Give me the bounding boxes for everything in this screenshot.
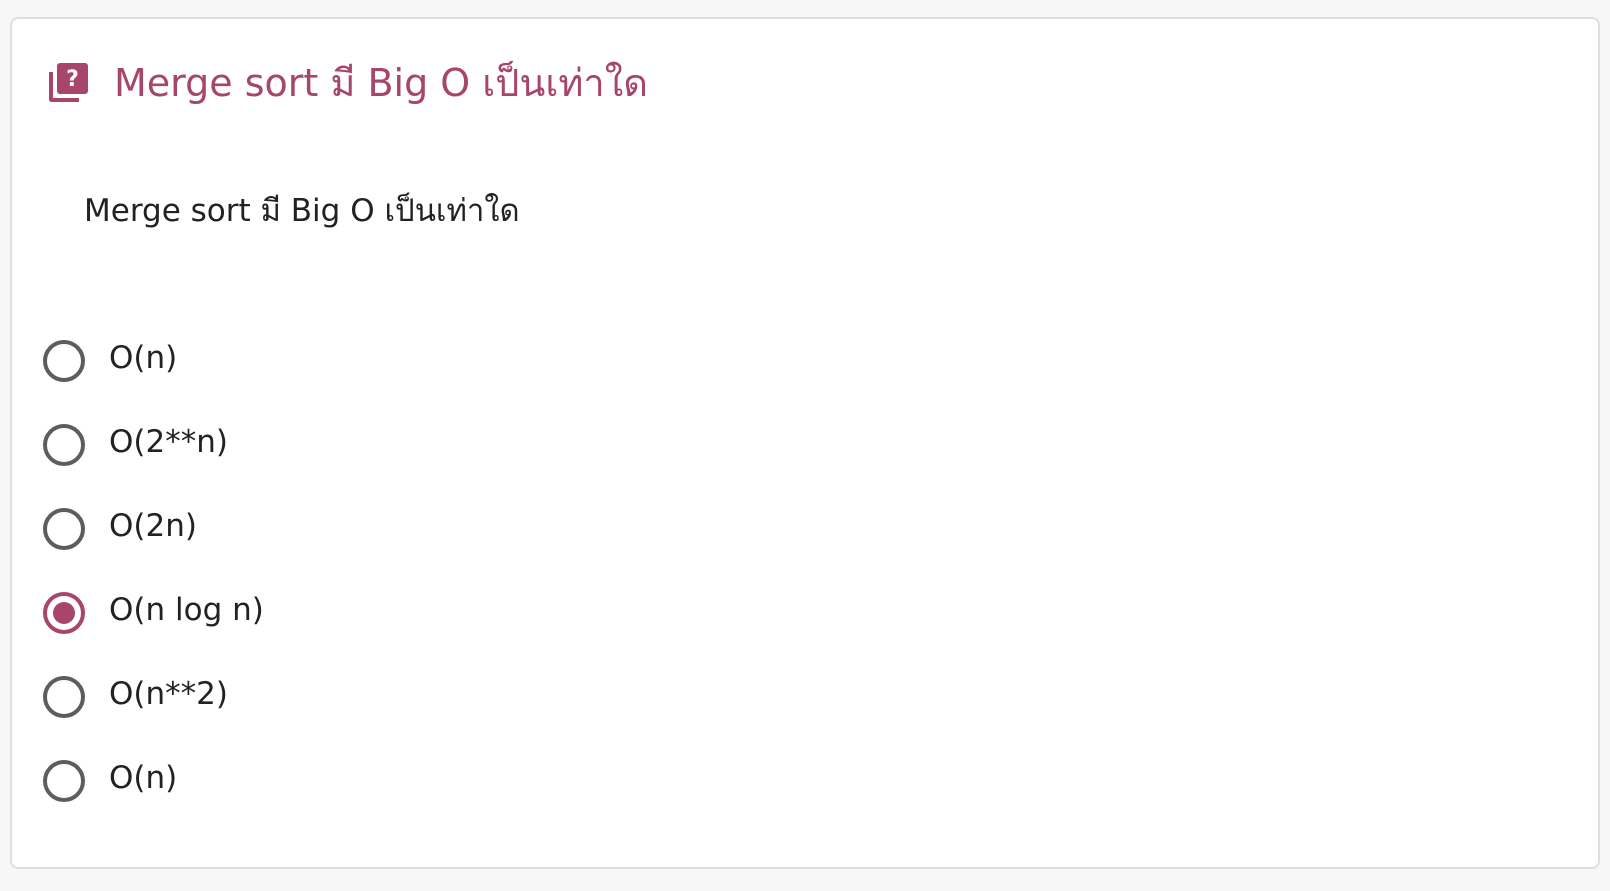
answer-option[interactable]: O(2**n) <box>43 422 264 506</box>
answer-option-label: O(n log n) <box>109 592 264 628</box>
radio-dot <box>53 602 75 624</box>
page-title: Merge sort มี Big O เป็นเท่าใด <box>114 61 648 105</box>
answer-option[interactable]: O(2n) <box>43 506 264 590</box>
radio-button[interactable] <box>43 760 85 802</box>
radio-button[interactable] <box>43 676 85 718</box>
answer-option-label: O(2**n) <box>109 424 228 460</box>
answer-options: O(n) O(2**n) O(2n) O(n log n) O(n**2) O(… <box>43 338 264 842</box>
answer-option-label: O(n) <box>109 340 178 376</box>
radio-button[interactable] <box>43 508 85 550</box>
answer-option[interactable]: O(n) <box>43 338 264 422</box>
quiz-library-icon: ? <box>46 61 90 105</box>
question-header: ? Merge sort มี Big O เป็นเท่าใด <box>46 61 648 105</box>
answer-option-label: O(2n) <box>109 508 197 544</box>
svg-text:?: ? <box>66 67 79 92</box>
radio-button[interactable] <box>43 340 85 382</box>
answer-option[interactable]: O(n log n) <box>43 590 264 674</box>
answer-option-label: O(n**2) <box>109 676 228 712</box>
question-text: Merge sort มี Big O เป็นเท่าใด <box>84 193 520 229</box>
answer-option-label: O(n) <box>109 760 178 796</box>
radio-button[interactable] <box>43 592 85 634</box>
answer-option[interactable]: O(n**2) <box>43 674 264 758</box>
question-card: ? Merge sort มี Big O เป็นเท่าใด Merge s… <box>10 17 1600 869</box>
radio-button[interactable] <box>43 424 85 466</box>
answer-option[interactable]: O(n) <box>43 758 264 842</box>
